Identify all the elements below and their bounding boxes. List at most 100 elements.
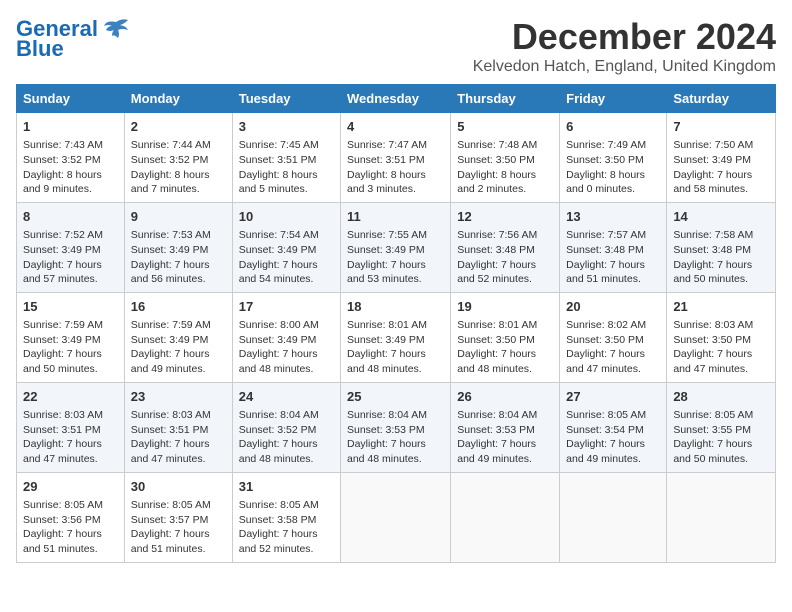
daylight-label: Daylight: 7 hours and 49 minutes. — [131, 348, 210, 375]
calendar-cell: 3 Sunrise: 7:45 AM Sunset: 3:51 PM Dayli… — [232, 113, 340, 203]
calendar-cell: 18 Sunrise: 8:01 AM Sunset: 3:49 PM Dayl… — [341, 292, 451, 382]
calendar-header-row: SundayMondayTuesdayWednesdayThursdayFrid… — [17, 85, 776, 113]
day-number: 16 — [131, 298, 226, 316]
sunset-label: Sunset: 3:50 PM — [566, 154, 644, 166]
calendar-cell: 29 Sunrise: 8:05 AM Sunset: 3:56 PM Dayl… — [17, 472, 125, 562]
sunset-label: Sunset: 3:54 PM — [566, 424, 644, 436]
day-number: 17 — [239, 298, 334, 316]
calendar-cell: 16 Sunrise: 7:59 AM Sunset: 3:49 PM Dayl… — [124, 292, 232, 382]
daylight-label: Daylight: 7 hours and 54 minutes. — [239, 259, 318, 286]
day-number: 28 — [673, 388, 769, 406]
sunrise-label: Sunrise: 8:01 AM — [347, 319, 427, 331]
calendar-header-tuesday: Tuesday — [232, 85, 340, 113]
calendar-header-monday: Monday — [124, 85, 232, 113]
calendar-header-thursday: Thursday — [451, 85, 560, 113]
sunset-label: Sunset: 3:49 PM — [347, 244, 425, 256]
day-number: 31 — [239, 478, 334, 496]
calendar-cell: 31 Sunrise: 8:05 AM Sunset: 3:58 PM Dayl… — [232, 472, 340, 562]
calendar-cell: 11 Sunrise: 7:55 AM Sunset: 3:49 PM Dayl… — [341, 202, 451, 292]
sunrise-label: Sunrise: 7:48 AM — [457, 139, 537, 151]
sunset-label: Sunset: 3:49 PM — [239, 244, 317, 256]
daylight-label: Daylight: 7 hours and 51 minutes. — [566, 259, 645, 286]
calendar-cell: 20 Sunrise: 8:02 AM Sunset: 3:50 PM Dayl… — [560, 292, 667, 382]
logo: General Blue — [16, 16, 130, 62]
calendar-cell: 30 Sunrise: 8:05 AM Sunset: 3:57 PM Dayl… — [124, 472, 232, 562]
day-number: 4 — [347, 118, 444, 136]
day-number: 23 — [131, 388, 226, 406]
calendar-cell: 1 Sunrise: 7:43 AM Sunset: 3:52 PM Dayli… — [17, 113, 125, 203]
day-number: 12 — [457, 208, 553, 226]
calendar-cell: 28 Sunrise: 8:05 AM Sunset: 3:55 PM Dayl… — [667, 382, 776, 472]
day-number: 3 — [239, 118, 334, 136]
day-number: 27 — [566, 388, 660, 406]
sunset-label: Sunset: 3:48 PM — [673, 244, 751, 256]
day-number: 24 — [239, 388, 334, 406]
sunset-label: Sunset: 3:48 PM — [457, 244, 535, 256]
sunset-label: Sunset: 3:50 PM — [457, 334, 535, 346]
calendar-cell: 22 Sunrise: 8:03 AM Sunset: 3:51 PM Dayl… — [17, 382, 125, 472]
daylight-label: Daylight: 7 hours and 48 minutes. — [239, 348, 318, 375]
daylight-label: Daylight: 7 hours and 51 minutes. — [23, 528, 102, 555]
calendar-cell: 26 Sunrise: 8:04 AM Sunset: 3:53 PM Dayl… — [451, 382, 560, 472]
daylight-label: Daylight: 7 hours and 58 minutes. — [673, 169, 752, 196]
daylight-label: Daylight: 7 hours and 47 minutes. — [23, 438, 102, 465]
sunset-label: Sunset: 3:49 PM — [23, 334, 101, 346]
calendar-cell: 6 Sunrise: 7:49 AM Sunset: 3:50 PM Dayli… — [560, 113, 667, 203]
sunrise-label: Sunrise: 8:03 AM — [23, 409, 103, 421]
daylight-label: Daylight: 7 hours and 50 minutes. — [673, 438, 752, 465]
sunset-label: Sunset: 3:52 PM — [131, 154, 209, 166]
sunrise-label: Sunrise: 7:58 AM — [673, 229, 753, 241]
sunset-label: Sunset: 3:50 PM — [457, 154, 535, 166]
sunrise-label: Sunrise: 7:59 AM — [131, 319, 211, 331]
calendar-cell: 4 Sunrise: 7:47 AM Sunset: 3:51 PM Dayli… — [341, 113, 451, 203]
sunrise-label: Sunrise: 7:56 AM — [457, 229, 537, 241]
calendar-week-row: 29 Sunrise: 8:05 AM Sunset: 3:56 PM Dayl… — [17, 472, 776, 562]
calendar-cell: 27 Sunrise: 8:05 AM Sunset: 3:54 PM Dayl… — [560, 382, 667, 472]
day-number: 30 — [131, 478, 226, 496]
daylight-label: Daylight: 7 hours and 48 minutes. — [347, 348, 426, 375]
calendar-cell: 25 Sunrise: 8:04 AM Sunset: 3:53 PM Dayl… — [341, 382, 451, 472]
daylight-label: Daylight: 8 hours and 2 minutes. — [457, 169, 536, 196]
calendar-header-wednesday: Wednesday — [341, 85, 451, 113]
sunset-label: Sunset: 3:52 PM — [239, 424, 317, 436]
day-number: 20 — [566, 298, 660, 316]
sunset-label: Sunset: 3:52 PM — [23, 154, 101, 166]
sunrise-label: Sunrise: 7:45 AM — [239, 139, 319, 151]
calendar-cell — [667, 472, 776, 562]
sunrise-label: Sunrise: 8:01 AM — [457, 319, 537, 331]
sunrise-label: Sunrise: 8:02 AM — [566, 319, 646, 331]
sunset-label: Sunset: 3:49 PM — [347, 334, 425, 346]
calendar-cell: 19 Sunrise: 8:01 AM Sunset: 3:50 PM Dayl… — [451, 292, 560, 382]
sunset-label: Sunset: 3:51 PM — [347, 154, 425, 166]
sunset-label: Sunset: 3:51 PM — [131, 424, 209, 436]
sunrise-label: Sunrise: 7:43 AM — [23, 139, 103, 151]
calendar-cell: 14 Sunrise: 7:58 AM Sunset: 3:48 PM Dayl… — [667, 202, 776, 292]
day-number: 21 — [673, 298, 769, 316]
day-number: 19 — [457, 298, 553, 316]
daylight-label: Daylight: 8 hours and 0 minutes. — [566, 169, 645, 196]
daylight-label: Daylight: 7 hours and 56 minutes. — [131, 259, 210, 286]
sunset-label: Sunset: 3:51 PM — [239, 154, 317, 166]
calendar-cell — [341, 472, 451, 562]
daylight-label: Daylight: 7 hours and 47 minutes. — [566, 348, 645, 375]
day-number: 6 — [566, 118, 660, 136]
sunset-label: Sunset: 3:49 PM — [673, 154, 751, 166]
sunset-label: Sunset: 3:50 PM — [566, 334, 644, 346]
day-number: 22 — [23, 388, 118, 406]
daylight-label: Daylight: 7 hours and 52 minutes. — [457, 259, 536, 286]
daylight-label: Daylight: 7 hours and 51 minutes. — [131, 528, 210, 555]
day-number: 2 — [131, 118, 226, 136]
daylight-label: Daylight: 7 hours and 49 minutes. — [566, 438, 645, 465]
sunrise-label: Sunrise: 7:47 AM — [347, 139, 427, 151]
sunrise-label: Sunrise: 8:03 AM — [131, 409, 211, 421]
calendar-cell: 8 Sunrise: 7:52 AM Sunset: 3:49 PM Dayli… — [17, 202, 125, 292]
calendar-week-row: 15 Sunrise: 7:59 AM Sunset: 3:49 PM Dayl… — [17, 292, 776, 382]
sunrise-label: Sunrise: 7:55 AM — [347, 229, 427, 241]
calendar-cell — [451, 472, 560, 562]
calendar-cell: 15 Sunrise: 7:59 AM Sunset: 3:49 PM Dayl… — [17, 292, 125, 382]
day-number: 9 — [131, 208, 226, 226]
sunrise-label: Sunrise: 8:05 AM — [239, 499, 319, 511]
sunset-label: Sunset: 3:49 PM — [131, 334, 209, 346]
sunrise-label: Sunrise: 7:59 AM — [23, 319, 103, 331]
sunset-label: Sunset: 3:51 PM — [23, 424, 101, 436]
